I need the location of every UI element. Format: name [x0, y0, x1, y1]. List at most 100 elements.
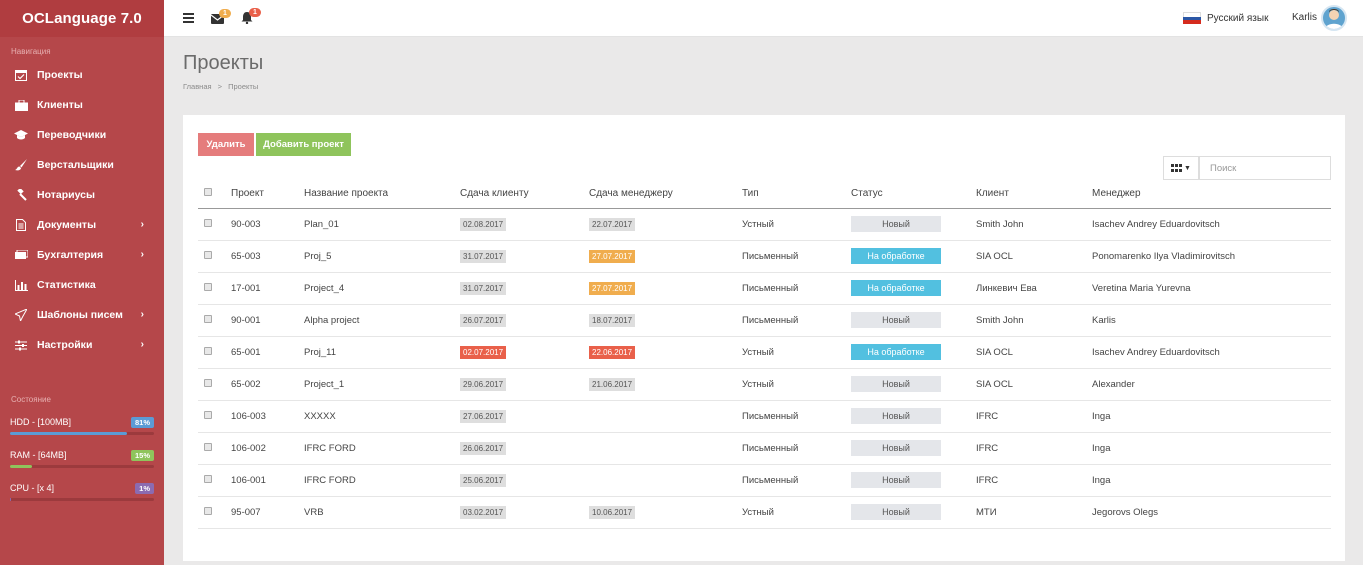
manager-deadline-cell	[589, 432, 742, 465]
sidebar-item-label: Переводчики	[37, 129, 107, 141]
sidebar-item-4[interactable]: Нотариусы	[0, 180, 164, 210]
project-name[interactable]: Project_4	[304, 272, 460, 305]
sidebar-item-9[interactable]: Настройки ›	[0, 330, 164, 360]
paint-brush-icon	[14, 159, 28, 171]
table-row[interactable]: 90-001 Alpha project 26.07.2017 18.07.2017 П…	[198, 304, 1331, 337]
project-name[interactable]: IFRC FORD	[304, 464, 460, 497]
manager-deadline-cell: 18.07.2017	[589, 304, 742, 337]
project-name[interactable]: IFRC FORD	[304, 432, 460, 465]
state-badge: 81%	[130, 416, 154, 428]
project-name[interactable]: Proj_5	[304, 240, 460, 273]
row-checkbox[interactable]	[204, 314, 212, 323]
status-badge: Новый	[851, 472, 941, 488]
client-name: Smith John	[976, 208, 1092, 241]
state-line: RAM - [64MB] 15%	[10, 449, 154, 461]
state-row: CPU - [x 4] 1%	[0, 482, 164, 501]
sidebar-item-5[interactable]: Документы ›	[0, 210, 164, 240]
breadcrumb-home[interactable]: Главная	[183, 82, 212, 91]
table-row[interactable]: 65-002 Project_1 29.06.2017 21.06.2017 Устны…	[198, 368, 1331, 401]
nav-list: Проекты Клиенты Переводчики Верстальщики Нот…	[0, 60, 164, 360]
state-list: HDD - [100MB] 81% RAM - [64MB] 15% CPU - [x …	[0, 416, 164, 501]
select-all-checkbox[interactable]	[204, 188, 212, 197]
sidebar-item-label: Статистика	[37, 279, 96, 291]
project-id: 106-001	[231, 464, 304, 497]
table-row[interactable]: 17-001 Project_4 31.07.2017 27.07.2017 Письм…	[198, 272, 1331, 305]
select-cell	[198, 432, 231, 465]
sidebar-item-label: Настройки	[37, 339, 93, 351]
table-row[interactable]: 95-007 VRB 03.02.2017 10.06.2017 Устный Новый…	[198, 496, 1331, 529]
sidebar-item-6[interactable]: Бухгалтерия ›	[0, 240, 164, 270]
page-title: Проекты	[183, 52, 264, 74]
app-brand[interactable]: OCLanguage 7.0	[0, 0, 164, 37]
client-deadline-cell: 02.08.2017	[460, 208, 589, 241]
project-type: Письменный	[742, 432, 851, 465]
state-bar	[10, 432, 154, 435]
project-name[interactable]: XXXXX	[304, 400, 460, 433]
manager-name: Inga	[1092, 464, 1331, 497]
client-name: Линкевич Ева	[976, 272, 1092, 305]
table-row[interactable]: 65-003 Proj_5 31.07.2017 27.07.2017 Письменн…	[198, 240, 1331, 273]
sidebar-item-1[interactable]: Клиенты	[0, 90, 164, 120]
projects-panel: Удалить Добавить проект ▼ Проект Названи…	[183, 115, 1345, 561]
sidebar-item-0[interactable]: Проекты	[0, 60, 164, 90]
table-row[interactable]: 106-003 XXXXX 27.06.2017 Письменный Новый IFR…	[198, 400, 1331, 433]
project-name[interactable]: Project_1	[304, 368, 460, 401]
row-checkbox[interactable]	[204, 410, 212, 419]
add-project-button[interactable]: Добавить проект	[256, 133, 351, 156]
mail-icon[interactable]: 1	[210, 9, 231, 27]
bell-icon[interactable]: 1	[241, 8, 261, 27]
row-checkbox[interactable]	[204, 250, 212, 259]
breadcrumb-current: Проекты	[228, 82, 259, 91]
select-cell	[198, 336, 231, 369]
status-cell: Новый	[851, 400, 976, 433]
columns-toggle-button[interactable]: ▼	[1163, 156, 1199, 180]
delete-button[interactable]: Удалить	[198, 133, 254, 156]
client-deadline-cell: 03.02.2017	[460, 496, 589, 529]
table-row[interactable]: 90-003 Plan_01 02.08.2017 22.07.2017 Устный Н…	[198, 208, 1331, 241]
row-checkbox[interactable]	[204, 442, 212, 451]
grid-icon	[1171, 164, 1183, 172]
sidebar-item-7[interactable]: Статистика	[0, 270, 164, 300]
row-checkbox[interactable]	[204, 346, 212, 355]
col-manager-deadline[interactable]: Сдача менеджеру	[589, 180, 742, 209]
language-selector[interactable]: Русский язык	[1183, 12, 1268, 25]
state-row: HDD - [100MB] 81%	[0, 416, 164, 435]
select-cell	[198, 368, 231, 401]
hamburger-menu-icon[interactable]	[183, 12, 194, 26]
search-input[interactable]	[1199, 156, 1331, 180]
client-deadline: 03.02.2017	[460, 505, 507, 519]
status-cell: Новый	[851, 496, 976, 529]
state-line: HDD - [100MB] 81%	[10, 416, 154, 428]
row-checkbox[interactable]	[204, 282, 212, 291]
table-row[interactable]: 106-001 IFRC FORD 25.06.2017 Письменный Новы…	[198, 464, 1331, 497]
sidebar-item-2[interactable]: Переводчики	[0, 120, 164, 150]
graduation-cap-icon	[14, 129, 28, 141]
sidebar-item-3[interactable]: Верстальщики	[0, 150, 164, 180]
col-project-name[interactable]: Название проекта	[304, 180, 460, 209]
project-name[interactable]: Proj_11	[304, 336, 460, 369]
manager-deadline-cell: 27.07.2017	[589, 240, 742, 273]
client-name: IFRC	[976, 432, 1092, 465]
sidebar-item-label: Бухгалтерия	[37, 249, 104, 261]
manager-deadline-cell: 22.07.2017	[589, 208, 742, 241]
col-project[interactable]: Проект	[231, 180, 304, 209]
row-checkbox[interactable]	[204, 474, 212, 483]
user-avatar[interactable]	[1321, 5, 1347, 31]
table-row[interactable]: 65-001 Proj_11 02.07.2017 22.06.2017 Устный Н…	[198, 336, 1331, 369]
user-name[interactable]: Karlis	[1292, 12, 1317, 23]
col-client[interactable]: Клиент	[976, 180, 1092, 209]
col-manager[interactable]: Менеджер	[1092, 180, 1331, 209]
project-name[interactable]: Plan_01	[304, 208, 460, 241]
col-status[interactable]: Статус	[851, 180, 976, 209]
project-name[interactable]: Alpha project	[304, 304, 460, 337]
project-name[interactable]: VRB	[304, 496, 460, 529]
client-name: SIA OCL	[976, 240, 1092, 273]
row-checkbox[interactable]	[204, 378, 212, 387]
sidebar-item-8[interactable]: Шаблоны писем ›	[0, 300, 164, 330]
project-type: Устный	[742, 368, 851, 401]
row-checkbox[interactable]	[204, 506, 212, 515]
col-type[interactable]: Тип	[742, 180, 851, 209]
table-row[interactable]: 106-002 IFRC FORD 26.06.2017 Письменный Новы…	[198, 432, 1331, 465]
row-checkbox[interactable]	[204, 218, 212, 227]
col-client-deadline[interactable]: Сдача клиенту	[460, 180, 589, 209]
